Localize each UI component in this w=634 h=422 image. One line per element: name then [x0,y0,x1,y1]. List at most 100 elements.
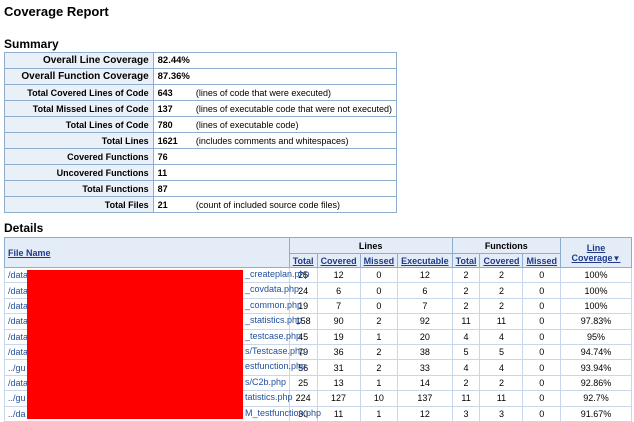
summary-label: Total Lines of Code [4,116,154,133]
lines-missed-cell: 1 [359,374,399,392]
lines-total-header[interactable]: Total [288,253,318,268]
functions-missed-cell: 0 [522,343,561,361]
summary-note [193,180,397,197]
summary-note: (includes comments and whitespaces) [193,132,397,149]
summary-value: 643 [152,84,194,101]
summary-label: Total Functions [4,180,154,197]
line-coverage-cell: 100% [560,282,632,299]
functions-total-cell: 2 [451,282,481,299]
functions-missed-cell: 0 [522,374,561,392]
lines-covered-cell: 31 [316,359,361,376]
summary-row: Total Files 21 (count of included source c… [4,196,397,213]
line-coverage-cell: 95% [560,328,632,345]
lines-missed-header[interactable]: Missed [359,253,399,268]
functions-covered-header[interactable]: Covered [479,253,524,268]
summary-value: 137 [152,100,194,117]
line-coverage-cell: 94.74% [560,343,632,361]
functions-missed-cell: 0 [522,328,561,345]
functions-covered-cell: 2 [479,297,524,315]
functions-covered-cell: 4 [479,328,524,345]
file-name-header[interactable]: File Name [4,237,290,268]
functions-total-cell: 11 [451,390,481,407]
lines-executable-cell: 14 [397,374,453,392]
summary-table: Overall Line Coverage 82.44% Overall Funct… [4,52,397,213]
line-coverage-cell: 100% [560,297,632,315]
functions-total-cell: 4 [451,328,481,345]
summary-note [193,68,397,85]
functions-missed-cell: 0 [522,313,561,330]
line-coverage-cell: 91.67% [560,405,632,422]
redaction-block [27,270,243,419]
summary-label: Total Files [4,196,154,213]
lines-executable-cell: 7 [397,297,453,315]
line-coverage-cell: 92.7% [560,390,632,407]
functions-missed-cell: 0 [522,359,561,376]
summary-row: Total Lines 1621 (includes comments and wh… [4,132,397,149]
lines-executable-cell: 137 [397,390,453,407]
functions-missed-header[interactable]: Missed [522,253,561,268]
functions-total-header[interactable]: Total [451,253,481,268]
functions-missed-cell: 0 [522,405,561,422]
lines-missed-cell: 1 [359,328,399,345]
functions-covered-cell: 2 [479,282,524,299]
summary-note: (lines of executable code that were not … [193,100,397,117]
functions-missed-cell: 0 [522,282,561,299]
line-coverage-cell: 100% [560,266,632,284]
details-heading: Details [4,221,44,235]
functions-missed-cell: 0 [522,297,561,315]
line-coverage-label: Line Coverage [571,242,613,263]
lines-covered-header[interactable]: Covered [316,253,361,268]
summary-label: Overall Function Coverage [4,68,154,85]
summary-value: 82.44% [152,52,194,69]
summary-value: 76 [152,148,194,165]
functions-total-cell: 2 [451,266,481,284]
functions-covered-cell: 2 [479,374,524,392]
file-path-suffix: s/Testcase.php [245,345,306,356]
lines-executable-cell: 33 [397,359,453,376]
file-path-suffix: _covdata.php [245,284,300,295]
lines-group-header: Lines [288,237,453,254]
lines-total-cell: 25 [288,374,318,392]
line-coverage-cell: 92.86% [560,374,632,392]
lines-total-cell: 224 [288,390,318,407]
functions-group-header: Functions [451,237,562,254]
file-path-suffix: s/C2b.php [245,376,287,387]
file-path-suffix: _statistics.php [245,315,303,326]
functions-covered-cell: 2 [479,266,524,284]
sort-desc-icon: ▼ [612,253,621,263]
file-path-suffix: _common.php [245,299,303,310]
summary-label: Total Covered Lines of Code [4,84,154,101]
functions-total-cell: 11 [451,313,481,330]
functions-covered-cell: 11 [479,313,524,330]
lines-missed-cell: 2 [359,313,399,330]
lines-covered-cell: 12 [316,266,361,284]
summary-row: Total Missed Lines of Code 137 (lines of e… [4,100,397,117]
lines-missed-cell: 2 [359,359,399,376]
lines-covered-cell: 7 [316,297,361,315]
lines-executable-cell: 12 [397,266,453,284]
summary-value: 1621 [152,132,194,149]
summary-note: (lines of code that were executed) [193,84,397,101]
page-title: Coverage Report [4,4,109,19]
file-path-suffix: estfunction.php [245,361,307,372]
functions-covered-cell: 11 [479,390,524,407]
summary-row: Overall Line Coverage 82.44% [4,52,397,69]
summary-label: Overall Line Coverage [4,52,154,69]
summary-row: Total Functions 87 [4,180,397,197]
lines-executable-cell: 38 [397,343,453,361]
summary-note [193,52,397,69]
summary-value: 11 [152,164,194,181]
file-path-suffix: _testcase.php [245,330,302,341]
lines-missed-cell: 0 [359,297,399,315]
summary-value: 87.36% [152,68,194,85]
summary-row: Total Lines of Code 780 (lines of executab… [4,116,397,133]
lines-missed-cell: 0 [359,282,399,299]
functions-total-cell: 2 [451,374,481,392]
lines-executable-cell: 6 [397,282,453,299]
lines-executable-header[interactable]: Executable [397,253,453,268]
lines-covered-cell: 6 [316,282,361,299]
summary-row: Covered Functions 76 [4,148,397,165]
line-coverage-header[interactable]: Line Coverage▼ [560,237,632,268]
lines-covered-cell: 127 [316,390,361,407]
functions-missed-cell: 0 [522,266,561,284]
